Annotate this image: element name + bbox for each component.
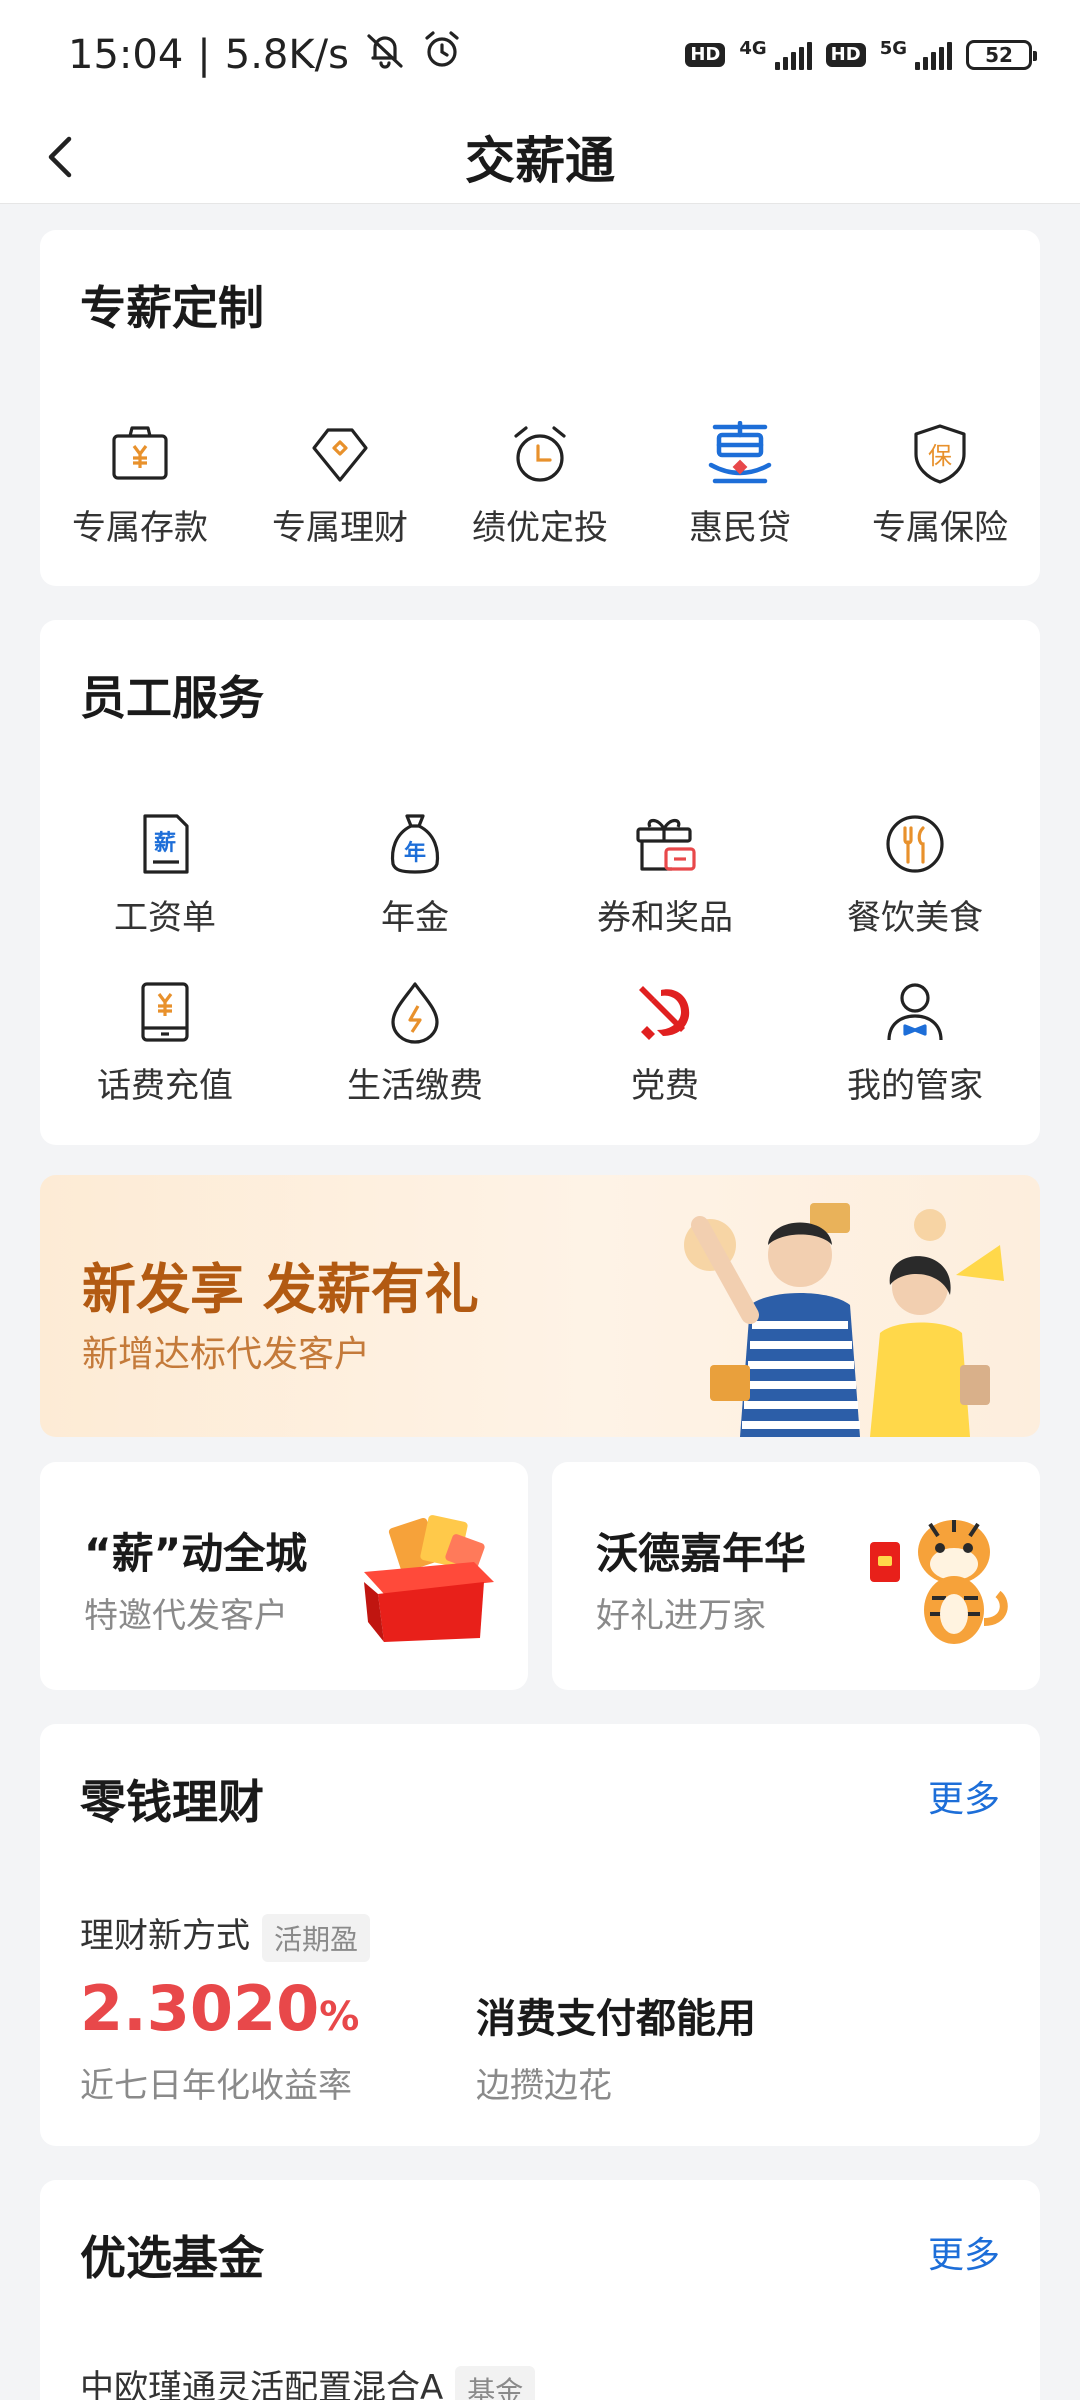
status-speed: 5.8K/s [224, 32, 349, 78]
employee-services-row-2: 话费充值 生活缴费 党费 我的管家 [40, 976, 1040, 1107]
red-gift-box-icon [364, 1515, 494, 1642]
service-item-label: 党费 [631, 1066, 699, 1106]
funds-title: 优选基金 [80, 2231, 264, 2285]
sim1-network: 4G [739, 37, 767, 59]
wealth-rate: 2.3020% [80, 1972, 359, 2045]
service-item-dining[interactable]: 餐饮美食 [790, 808, 1040, 939]
employee-services-title: 员工服务 [80, 671, 264, 725]
custom-item-label: 绩优定投 [472, 508, 608, 548]
payslip-icon: 薪 [129, 808, 201, 880]
wealth-title: 零钱理财 [80, 1775, 264, 1829]
nav-bar: 交薪通 [0, 110, 1080, 204]
utility-drop-icon [379, 976, 451, 1048]
tiger-mascot-icon [870, 1520, 1008, 1644]
custom-salary-title: 专薪定制 [80, 281, 264, 335]
wealth-product-label: 理财新方式 [80, 1916, 250, 1956]
wealth-feature-desc: 边攒边花 [476, 2066, 612, 2106]
alarm-icon [421, 29, 463, 81]
promo-title: 沃德嘉年华 [596, 1529, 807, 1578]
status-bar: 15:04 | 5.8K/s HD 4G HD 5G 52 [0, 0, 1080, 110]
custom-salary-grid: 专属存款 专属理财 绩优定投 惠民贷 保 专属保险 [40, 418, 1040, 549]
promo-subtitle: 特邀代发客户 [84, 1596, 288, 1636]
wealth-rate-value: 2.3020 [80, 1972, 320, 2045]
fund-tag: 基金 [455, 2365, 536, 2400]
wealth-rate-unit: % [319, 1994, 360, 2040]
service-item-label: 生活缴费 [347, 1066, 483, 1106]
dining-icon [879, 808, 951, 880]
custom-item-loan[interactable]: 惠民贷 [640, 418, 840, 549]
custom-item-label: 惠民贷 [689, 508, 791, 548]
butler-icon [879, 976, 951, 1048]
service-item-label: 我的管家 [847, 1066, 983, 1106]
service-item-utilities[interactable]: 生活缴费 [290, 976, 540, 1107]
status-time: 15:04 [68, 32, 184, 78]
battery-level: 52 [985, 43, 1013, 67]
status-right: HD 4G HD 5G 52 [685, 37, 1037, 70]
custom-item-invest[interactable]: 绩优定投 [440, 418, 640, 549]
wealth-product-row[interactable]: 理财新方式 活期盈 [80, 1908, 371, 1962]
service-item-coupons[interactable]: 券和奖品 [540, 808, 790, 939]
hd-badge-1: HD [685, 43, 726, 67]
funds-card: 优选基金 更多 中欧瑾通灵活配置混合A 基金 [40, 2180, 1040, 2400]
wealth-card: 零钱理财 更多 理财新方式 活期盈 2.3020% 近七日年化收益率 消费支付都能… [40, 1724, 1040, 2146]
diamond-icon [304, 418, 376, 490]
custom-item-label: 专属理财 [272, 508, 408, 548]
wallet-yuan-icon [104, 418, 176, 490]
custom-item-label: 专属保险 [872, 508, 1008, 548]
signal-icon [915, 40, 952, 70]
annuity-bag-icon: 年 [379, 808, 451, 880]
banner-illustration [684, 1203, 1004, 1437]
promo-card-city[interactable]: “薪”动全城 特邀代发客户 [40, 1462, 528, 1690]
page-title: 交薪通 [465, 131, 615, 190]
huimin-loan-icon [704, 418, 776, 490]
service-item-label: 工资单 [114, 898, 216, 938]
promo-banner[interactable]: 新发享 发薪有礼 新增达标代发客户 [40, 1175, 1040, 1437]
phone-topup-icon [129, 976, 201, 1048]
service-item-party-fee[interactable]: 党费 [540, 976, 790, 1107]
svg-text:年: 年 [404, 840, 426, 866]
service-item-label: 餐饮美食 [847, 898, 983, 938]
service-item-label: 话费充值 [97, 1066, 233, 1106]
svg-text:薪: 薪 [154, 830, 176, 856]
employee-services-card: 员工服务 薪 工资单 年 年金 券和奖品 餐饮美食 话费充值 生活缴费 党费 我… [40, 620, 1040, 1145]
custom-item-wealth[interactable]: 专属理财 [240, 418, 440, 549]
alarm-clock-icon [504, 418, 576, 490]
custom-item-label: 专属存款 [72, 508, 208, 548]
gift-coupon-icon [629, 808, 701, 880]
wealth-more-link[interactable]: 更多 [928, 1770, 1000, 1822]
custom-salary-card: 专薪定制 专属存款 专属理财 绩优定投 惠民贷 保 专属保险 [40, 230, 1040, 586]
party-emblem-icon [629, 976, 701, 1048]
employee-services-row-1: 薪 工资单 年 年金 券和奖品 餐饮美食 [40, 808, 1040, 939]
service-item-topup[interactable]: 话费充值 [40, 976, 290, 1107]
wealth-product-tag: 活期盈 [262, 1913, 371, 1962]
status-left: 15:04 | 5.8K/s [68, 28, 463, 82]
banner-title: 新发享 发薪有礼 [82, 1258, 479, 1321]
service-item-label: 年金 [381, 898, 449, 938]
wealth-feature-title: 消费支付都能用 [476, 1996, 756, 2042]
custom-item-deposit[interactable]: 专属存款 [40, 418, 240, 549]
promo-card-carnival[interactable]: 沃德嘉年华 好礼进万家 [552, 1462, 1040, 1690]
fund-row[interactable]: 中欧瑾通灵活配置混合A 基金 [80, 2360, 536, 2400]
service-item-annuity[interactable]: 年 年金 [290, 808, 540, 939]
fund-name: 中欧瑾通灵活配置混合A [80, 2368, 444, 2400]
signal-icon [774, 40, 812, 70]
mute-bell-icon [363, 28, 407, 82]
battery-icon: 52 [966, 40, 1037, 70]
service-item-butler[interactable]: 我的管家 [790, 976, 1040, 1107]
custom-item-insurance[interactable]: 保 专属保险 [840, 418, 1040, 549]
svg-text:保: 保 [928, 442, 952, 470]
insurance-shield-icon: 保 [904, 418, 976, 490]
wealth-rate-desc: 近七日年化收益率 [80, 2066, 352, 2106]
banner-subtitle: 新增达标代发客户 [82, 1334, 371, 1375]
service-item-label: 券和奖品 [597, 898, 733, 938]
promo-subtitle: 好礼进万家 [596, 1596, 766, 1636]
back-button[interactable] [36, 132, 86, 182]
hd-badge-2: HD [825, 43, 866, 67]
status-divider: | [197, 32, 211, 78]
funds-more-link[interactable]: 更多 [928, 2226, 1000, 2278]
service-item-payslip[interactable]: 薪 工资单 [40, 808, 290, 939]
promo-title: “薪”动全城 [84, 1529, 308, 1578]
sim2-network: 5G [879, 37, 907, 59]
chevron-left-icon [48, 136, 72, 178]
